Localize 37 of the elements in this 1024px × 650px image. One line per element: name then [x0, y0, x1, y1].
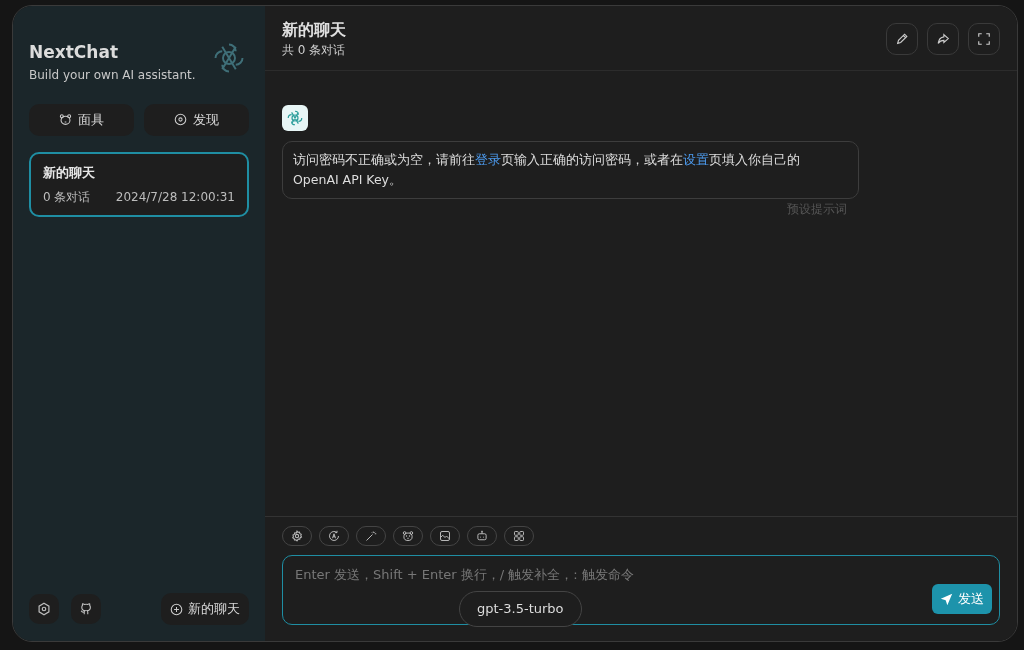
- pencil-icon: [895, 32, 909, 46]
- fullscreen-button[interactable]: [968, 23, 1000, 55]
- app-subtitle: Build your own AI assistant.: [29, 66, 196, 84]
- discover-button[interactable]: 发现: [144, 103, 249, 136]
- magic-wand-icon: [365, 530, 377, 542]
- compass-icon: [174, 113, 187, 126]
- bear-face-icon: [59, 113, 72, 126]
- share-button[interactable]: [927, 23, 959, 55]
- grid-icon: [513, 530, 525, 542]
- chat-title: 新的聊天: [282, 19, 346, 41]
- send-button[interactable]: 发送: [932, 584, 992, 614]
- new-chat-button[interactable]: 新的聊天: [161, 593, 249, 625]
- app-title: NextChat: [29, 41, 120, 64]
- chat-item-time: 2024/7/28 12:00:31: [115, 189, 235, 206]
- chat-item-title: 新的聊天: [43, 163, 96, 182]
- settings-button[interactable]: [29, 594, 59, 624]
- message-text: 访问密码不正确或为空，请前往登录页输入正确的访问密码，或者在设置页填入你自己的 OpenAI API Key。: [293, 151, 801, 189]
- chat-item[interactable]: 新的聊天 0 条对话 2024/7/28 12:00:31: [29, 151, 249, 217]
- edit-button[interactable]: [886, 23, 918, 55]
- chat-item-count: 0 条对话: [43, 189, 91, 206]
- bear-face-icon: [402, 530, 414, 542]
- send-arrow-icon: [940, 592, 953, 606]
- settings-icon: [37, 602, 51, 616]
- chat-subtitle: 共 0 条对话: [282, 42, 346, 59]
- robot-icon: [476, 530, 488, 542]
- link[interactable]: 设置: [683, 152, 709, 167]
- github-button[interactable]: [71, 594, 101, 624]
- circle-a-icon: [328, 530, 340, 542]
- link[interactable]: 登录: [475, 152, 501, 167]
- settings-icon: [291, 530, 303, 542]
- expand-icon: [978, 33, 990, 45]
- share-arrow-icon: [936, 32, 950, 46]
- plus-circle-icon: [170, 602, 183, 616]
- model-selector[interactable]: gpt-3.5-turbo: [459, 591, 582, 627]
- image-icon: [439, 530, 451, 542]
- cat-icon: [79, 602, 93, 616]
- mask-button[interactable]: 面具: [29, 103, 134, 136]
